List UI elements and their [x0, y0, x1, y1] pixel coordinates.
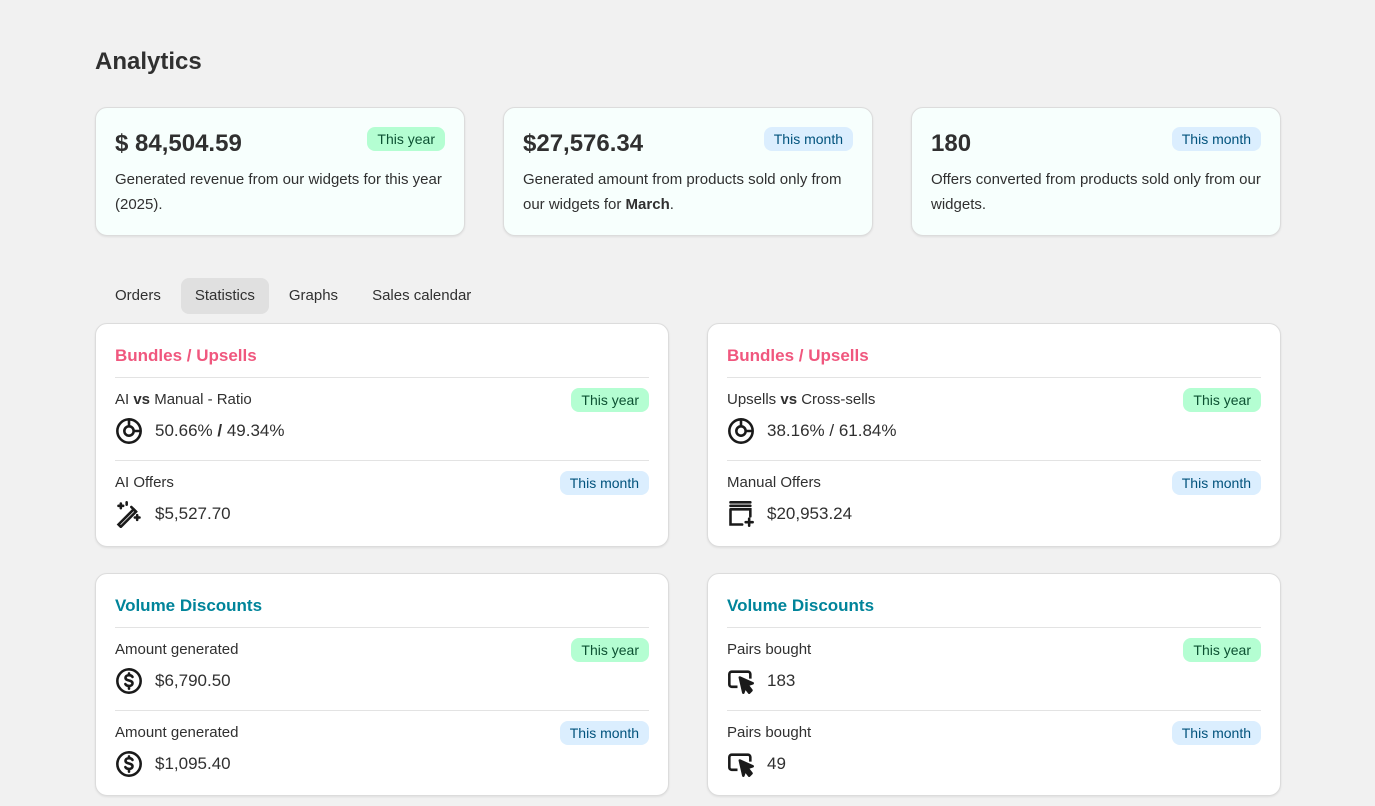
row-label-vs: vs [133, 391, 151, 408]
dollar-circle-icon [116, 751, 142, 777]
manual-offers-row: Manual Offers This month $20,953.24 [727, 460, 1261, 542]
stat-description: Generated revenue from our widgets for t… [115, 171, 442, 213]
period-badge: This year [1183, 638, 1261, 662]
stat-description-month: March [625, 196, 670, 213]
manual-offers-value: $20,953.24 [767, 504, 853, 523]
row-value: $5,527.70 [115, 500, 649, 528]
row-label: Amount generated [115, 641, 239, 658]
row-label: AI vs Manual - Ratio [115, 390, 649, 410]
row-label-b: Cross-sells [797, 391, 876, 408]
product-add-icon [729, 501, 754, 527]
offers-month-card: 180 This month Offers converted from pro… [911, 107, 1281, 236]
pairs-month-row: Pairs bought This month 49 [727, 710, 1261, 792]
dollar-circle-icon [116, 668, 142, 694]
stat-description-text: Generated amount from products sold only… [523, 171, 842, 213]
row-value: 183 [727, 667, 1261, 695]
pairs-value: 183 [767, 671, 796, 690]
row-label: Pairs bought [727, 641, 812, 658]
row-value: 38.16% / 61.84% [727, 417, 1261, 445]
period-badge: This month [1171, 471, 1261, 495]
period-badge: This year [1183, 388, 1261, 412]
row-label-b: Manual - Ratio [150, 391, 252, 408]
pie-chart-icon [116, 418, 142, 444]
cursor-click-icon [728, 670, 754, 694]
tab-graphs[interactable]: Graphs [275, 278, 352, 314]
analytics-page: Analytics $ 84,504.59 This year Generate… [0, 0, 1375, 806]
amount-value: $1,095.40 [155, 754, 231, 773]
row-label-a: AI [115, 391, 134, 408]
bundles-upsells-panel-right: Bundles / Upsells Upsells vs Cross-sells… [707, 323, 1281, 547]
page-title: Analytics [95, 48, 202, 75]
stat-description-end: . [669, 196, 674, 213]
ai-offers-value: $5,527.70 [155, 504, 231, 523]
period-badge: This month [763, 127, 853, 151]
row-label-a: Upsells [727, 391, 781, 408]
panel-title: Volume Discounts [727, 574, 1261, 628]
row-value: $20,953.24 [727, 500, 1261, 528]
ratio-value: 50.66% / 49.34% [155, 421, 285, 441]
ratio-value: 38.16% / 61.84% [767, 421, 897, 440]
panel-title: Volume Discounts [115, 574, 649, 628]
ratio-a: 50.66% [155, 421, 218, 440]
row-value: 50.66% / 49.34% [115, 417, 649, 445]
stat-description: Offers converted from products sold only… [931, 171, 1261, 213]
period-badge: This year [367, 127, 445, 151]
panel-title: Bundles / Upsells [115, 324, 649, 378]
stat-description: Generated amount from products sold only… [523, 167, 853, 217]
period-badge: This month [1171, 721, 1261, 745]
row-value: $1,095.40 [115, 750, 649, 778]
analytics-tabs: Orders Statistics Graphs Sales calendar [101, 278, 485, 314]
period-badge: This month [559, 721, 649, 745]
panel-title: Bundles / Upsells [727, 324, 1261, 378]
revenue-year-card: $ 84,504.59 This year Generated revenue … [95, 107, 465, 236]
tab-sales-calendar[interactable]: Sales calendar [358, 278, 485, 314]
magic-wand-icon [116, 501, 141, 528]
tab-statistics[interactable]: Statistics [180, 278, 269, 314]
row-value: $6,790.50 [115, 667, 649, 695]
period-badge: This year [571, 638, 649, 662]
row-label: Upsells vs Cross-sells [727, 390, 1261, 410]
amount-month-card: $27,576.34 This month Generated amount f… [503, 107, 873, 236]
bundles-upsells-panel-left: Bundles / Upsells AI vs Manual - Ratio T… [95, 323, 669, 547]
ai-offers-row: AI Offers This month $5,527.70 [115, 460, 649, 542]
volume-discounts-panel-right: Volume Discounts Pairs bought This year … [707, 573, 1281, 796]
volume-discounts-panel-left: Volume Discounts Amount generated This y… [95, 573, 669, 796]
period-badge: This month [559, 471, 649, 495]
ratio-row: AI vs Manual - Ratio This year 50.66% / … [115, 378, 649, 460]
pie-chart-icon [728, 418, 754, 444]
tab-orders[interactable]: Orders [101, 278, 175, 314]
row-value: 49 [727, 750, 1261, 778]
pairs-value: 49 [767, 754, 786, 773]
pairs-year-row: Pairs bought This year 183 [727, 628, 1261, 710]
amount-year-row: Amount generated This year $6,790.50 [115, 628, 649, 710]
period-badge: This year [571, 388, 649, 412]
amount-value: $6,790.50 [155, 671, 231, 690]
period-badge: This month [1171, 127, 1261, 151]
amount-month-row: Amount generated This month $1,095.40 [115, 710, 649, 792]
upsell-cross-row: Upsells vs Cross-sells This year 38.16% … [727, 378, 1261, 460]
ratio-b: 49.34% [222, 421, 285, 440]
row-label-vs: vs [780, 391, 798, 408]
cursor-click-icon [728, 753, 754, 777]
